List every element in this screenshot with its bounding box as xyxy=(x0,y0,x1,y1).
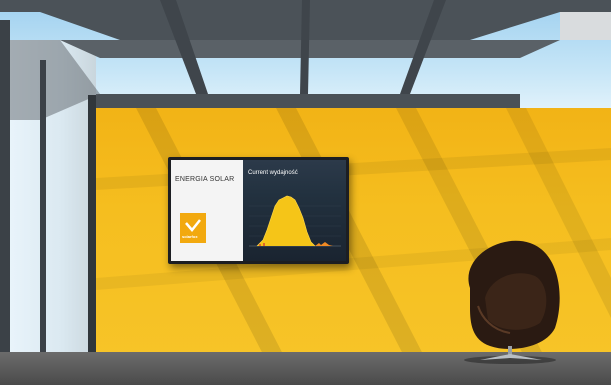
egg-chair xyxy=(464,240,560,364)
dashboard-title: Current wydajność xyxy=(248,170,298,176)
post-1 xyxy=(40,60,46,360)
roof-mid-beam xyxy=(60,40,560,58)
chart-bar-low xyxy=(263,243,265,246)
left-posts xyxy=(0,20,96,360)
roof-right-light xyxy=(560,12,611,40)
chart-tail xyxy=(315,242,333,246)
post-2 xyxy=(88,95,96,360)
logo-text: solarfox xyxy=(182,234,198,239)
solar-output-chart xyxy=(249,195,341,247)
logo-check xyxy=(185,219,201,232)
screen-title: ENERGIA SOLAR xyxy=(175,176,235,183)
photo-scene: ENERGIA SOLAR solarfox Current wydajność xyxy=(0,0,611,385)
logo-box: solarfox xyxy=(180,213,206,243)
chart-bar-low xyxy=(259,244,261,246)
chart-area xyxy=(257,196,315,246)
post-0 xyxy=(0,20,10,360)
